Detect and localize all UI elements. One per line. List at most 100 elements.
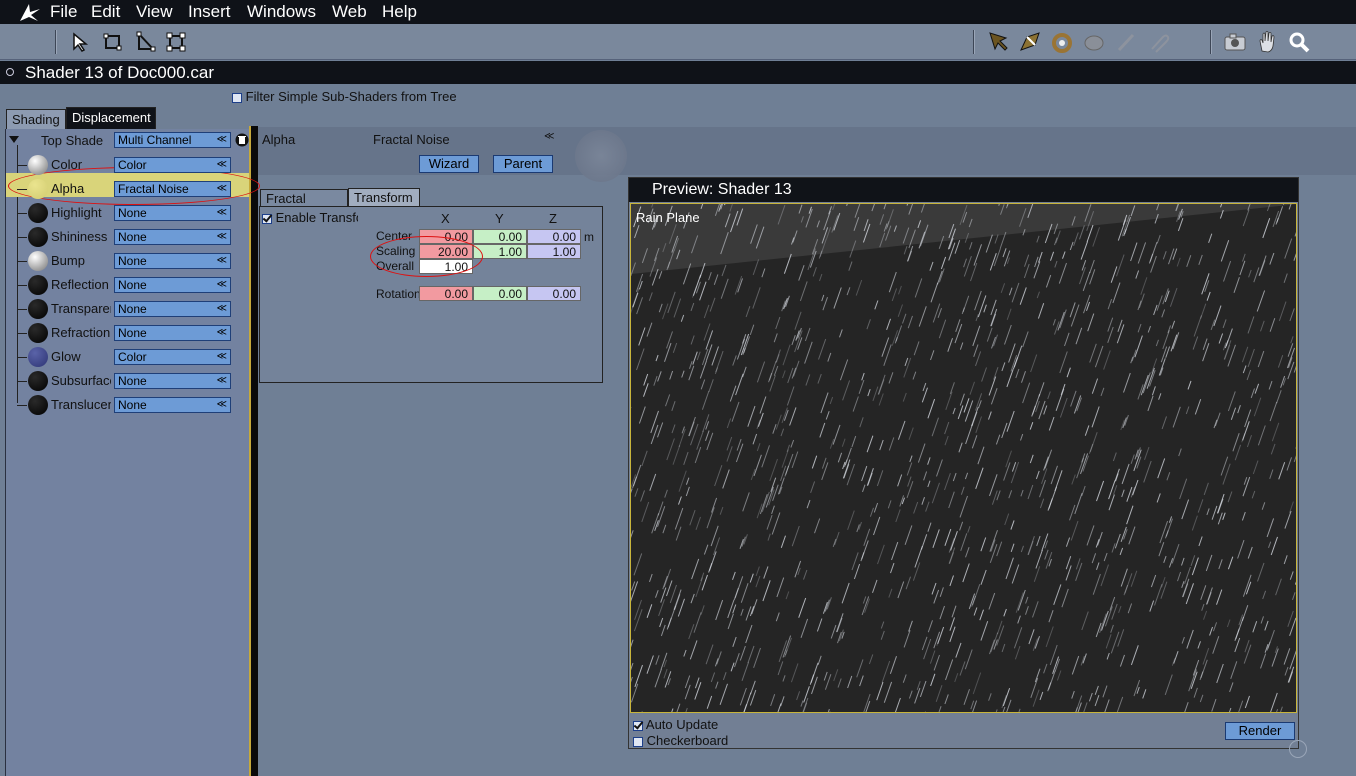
shader-ball-icon <box>28 155 48 175</box>
tab-transform-label: Transform <box>354 190 413 205</box>
tree-row-alpha[interactable]: Alpha Fractal Noise ≪ <box>6 177 250 201</box>
tree-row-label: Color <box>51 157 83 172</box>
brush-icon[interactable] <box>1113 29 1139 55</box>
filter-checkbox[interactable] <box>232 92 242 103</box>
menu-help[interactable]: Help <box>382 2 417 22</box>
rotate-icon[interactable] <box>1049 29 1075 55</box>
tab-shading[interactable]: Shading <box>6 109 66 129</box>
tree-row-top-shader[interactable]: Top Shade Multi Channel ≪ <box>6 129 250 153</box>
sphere-icon[interactable] <box>1081 29 1107 55</box>
tree-row-label: Alpha <box>51 181 85 196</box>
tree-row-dropdown[interactable]: Color ≪ <box>114 157 231 173</box>
expand-triangle-icon[interactable] <box>8 134 20 144</box>
tree-row-dropdown[interactable]: Fractal Noise ≪ <box>114 181 231 197</box>
auto-update-label: Auto Update <box>645 717 719 732</box>
tree-row-translucency[interactable]: Translucency None ≪ <box>6 393 250 417</box>
select-arrow-icon[interactable] <box>67 29 93 55</box>
tab-transform[interactable]: Transform <box>348 188 420 207</box>
rectangle-select-icon[interactable] <box>99 29 125 55</box>
checkerboard-option[interactable]: Checkerboard <box>633 733 728 748</box>
enable-transform-label: Enable Transform <box>275 210 358 225</box>
tree-row-dropdown[interactable]: None ≪ <box>114 301 231 317</box>
tree-row-refraction[interactable]: Refraction None ≪ <box>6 321 250 345</box>
pointer-arrow-icon[interactable] <box>985 29 1011 55</box>
tab-shading-label: Shading <box>12 112 60 127</box>
tree-branch <box>17 213 27 214</box>
preview-title: Preview: Shader 13 <box>629 178 1298 202</box>
tree-row-reflection[interactable]: Reflection None ≪ <box>6 273 250 297</box>
tree-row-transparency[interactable]: Transparency None ≪ <box>6 297 250 321</box>
paperclip-icon[interactable] <box>1145 29 1171 55</box>
tree-row-value: Color <box>118 158 147 172</box>
header-y: Y <box>495 211 504 226</box>
trash-icon[interactable] <box>235 132 249 148</box>
tree-row-glow[interactable]: Glow Color ≪ <box>6 345 250 369</box>
wizard-button[interactable]: Wizard <box>419 155 479 173</box>
shader-preview-ball <box>575 130 627 182</box>
panel-divider[interactable] <box>249 126 258 776</box>
tree-row-dropdown[interactable]: None ≪ <box>114 253 231 269</box>
resize-handle-icon[interactable] <box>1289 740 1307 758</box>
auto-update-option[interactable]: Auto Update <box>633 717 718 732</box>
scaling-z-field[interactable]: 1.00 <box>527 244 581 259</box>
tab-displacement[interactable]: Displacement <box>66 107 156 129</box>
window-collapse-icon[interactable] <box>6 68 14 76</box>
tree-branch <box>17 309 27 310</box>
tree-branch <box>17 405 27 406</box>
menu-edit[interactable]: Edit <box>91 2 120 22</box>
polygon-select-icon[interactable] <box>132 29 158 55</box>
parent-button[interactable]: Parent <box>493 155 553 173</box>
top-shader-dropdown[interactable]: Multi Channel ≪ <box>114 132 231 148</box>
tree-row-highlight[interactable]: Highlight None ≪ <box>6 201 250 225</box>
transform-icon[interactable] <box>163 29 189 55</box>
chevron-down-icon: ≪ <box>216 134 227 145</box>
tree-row-value: None <box>118 398 147 412</box>
rotation-label: Rotation <box>376 287 419 301</box>
tree-row-dropdown[interactable]: None ≪ <box>114 325 231 341</box>
chevron-down-icon[interactable]: ≪ <box>544 131 554 142</box>
render-button[interactable]: Render <box>1225 722 1295 740</box>
chevron-down-icon: ≪ <box>216 183 227 194</box>
rotation-x-field[interactable]: 0.00 <box>419 286 473 301</box>
tree-row-shininess[interactable]: Shininess None ≪ <box>6 225 250 249</box>
camera-angle-icon[interactable] <box>1017 29 1043 55</box>
auto-update-checkbox[interactable] <box>633 720 643 731</box>
toolbar-separator <box>55 30 57 54</box>
filter-option[interactable]: Filter Simple Sub-Shaders from Tree <box>232 89 457 104</box>
tree-row-dropdown[interactable]: None ≪ <box>114 205 231 221</box>
shader-tree-panel: Top Shade Multi Channel ≪ Color Color ≪ Alph… <box>5 129 249 776</box>
menu-view[interactable]: View <box>136 2 173 22</box>
menu-insert[interactable]: Insert <box>188 2 231 22</box>
chevron-down-icon: ≪ <box>216 255 227 266</box>
tree-row-value: None <box>118 278 147 292</box>
tree-row-dropdown[interactable]: Color ≪ <box>114 349 231 365</box>
tree-row-dropdown[interactable]: None ≪ <box>114 229 231 245</box>
tree-row-subsurface[interactable]: Subsurface None ≪ <box>6 369 250 393</box>
enable-transform-checkbox[interactable] <box>262 213 272 224</box>
rain-render-image <box>631 204 1296 712</box>
camera-icon[interactable] <box>1222 29 1248 55</box>
tree-row-dropdown[interactable]: None ≪ <box>114 373 231 389</box>
tree-row-color[interactable]: Color Color ≪ <box>6 153 250 177</box>
shader-ball-icon <box>28 275 48 295</box>
hand-icon[interactable] <box>1254 29 1280 55</box>
enable-transform-option[interactable]: Enable Transform <box>262 210 358 225</box>
tree-row-bump[interactable]: Bump None ≪ <box>6 249 250 273</box>
tree-branch <box>17 261 27 262</box>
tree-row-dropdown[interactable]: None ≪ <box>114 277 231 293</box>
rotation-z-field[interactable]: 0.00 <box>527 286 581 301</box>
top-shader-label: Top Shade <box>41 133 104 148</box>
menu-file[interactable]: File <box>50 2 77 22</box>
menu-windows[interactable]: Windows <box>247 2 316 22</box>
tree-row-dropdown[interactable]: None ≪ <box>114 397 231 413</box>
tree-row-label: Reflection <box>51 277 109 292</box>
shader-ball-icon <box>28 179 48 199</box>
tab-fractal-noise[interactable]: Fractal Noise <box>260 189 348 221</box>
center-z-field[interactable]: 0.00 <box>527 229 581 244</box>
rotation-y-field[interactable]: 0.00 <box>473 286 527 301</box>
checkerboard-checkbox[interactable] <box>633 736 643 747</box>
menu-web[interactable]: Web <box>332 2 367 22</box>
center-y-field[interactable]: 0.00 <box>473 229 527 244</box>
tree-row-value: Color <box>118 350 147 364</box>
zoom-icon[interactable] <box>1286 29 1312 55</box>
